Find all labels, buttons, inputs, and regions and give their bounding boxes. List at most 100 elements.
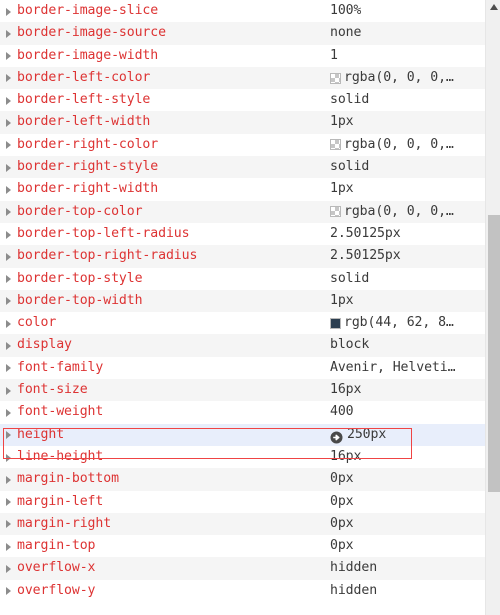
expand-triangle-icon[interactable]	[3, 401, 16, 423]
expand-triangle-icon[interactable]	[3, 89, 16, 111]
expand-triangle-icon[interactable]	[3, 312, 16, 334]
property-name[interactable]: border-image-width	[16, 45, 158, 67]
expand-triangle-icon[interactable]	[3, 580, 16, 602]
computed-property-list[interactable]: border-image-slice 100% border-image-sourc…	[0, 0, 485, 615]
property-value: rgba(0, 0, 0,…	[344, 203, 454, 219]
property-name[interactable]: border-left-width	[16, 111, 150, 133]
property-row[interactable]: height 250px	[0, 423, 485, 446]
property-value: 2.50125px	[330, 225, 401, 241]
property-row[interactable]: border-image-width 1	[0, 44, 485, 67]
expand-triangle-icon[interactable]	[3, 513, 16, 535]
property-row[interactable]: overflow-x hidden	[0, 557, 485, 580]
expand-triangle-icon[interactable]	[3, 557, 16, 579]
property-name[interactable]: border-right-width	[16, 178, 158, 200]
property-row[interactable]: border-right-width 1px	[0, 178, 485, 201]
expand-triangle-icon[interactable]	[3, 178, 16, 200]
property-row[interactable]: border-top-left-radius 2.50125px	[0, 222, 485, 246]
property-name[interactable]: border-top-left-radius	[16, 223, 190, 245]
property-row[interactable]: line-height 16px	[0, 445, 485, 469]
property-row[interactable]: margin-right 0px	[0, 512, 485, 536]
property-name[interactable]: display	[16, 334, 72, 356]
property-row[interactable]: font-family Avenir, Helveti…	[0, 356, 485, 380]
expand-triangle-icon[interactable]	[3, 111, 16, 133]
expand-triangle-icon[interactable]	[3, 223, 16, 245]
color-swatch[interactable]	[330, 72, 341, 84]
property-row[interactable]: border-top-width 1px	[0, 289, 485, 313]
expand-triangle-icon[interactable]	[3, 535, 16, 557]
goto-source-arrow-icon[interactable]	[330, 428, 343, 444]
property-name[interactable]: margin-right	[16, 513, 111, 535]
scroll-up-arrow-icon[interactable]	[486, 0, 500, 14]
expand-triangle-icon[interactable]	[3, 379, 16, 401]
vertical-scrollbar[interactable]	[485, 0, 500, 615]
property-name[interactable]: font-weight	[16, 401, 103, 423]
property-row[interactable]: margin-top 0px	[0, 535, 485, 558]
property-name[interactable]: margin-left	[16, 491, 103, 513]
computed-styles-panel: border-image-slice 100% border-image-sourc…	[0, 0, 500, 615]
property-row[interactable]: border-left-style solid	[0, 89, 485, 112]
expand-triangle-icon[interactable]	[3, 245, 16, 267]
property-row[interactable]: display block	[0, 334, 485, 357]
property-name[interactable]: border-left-color	[16, 67, 150, 89]
property-name[interactable]: height	[16, 424, 64, 446]
property-row[interactable]: border-right-style solid	[0, 156, 485, 179]
property-name[interactable]: font-family	[16, 357, 103, 379]
expand-triangle-icon[interactable]	[3, 334, 16, 356]
property-name[interactable]: overflow-x	[16, 557, 96, 579]
expand-triangle-icon[interactable]	[3, 491, 16, 513]
property-row[interactable]: border-right-color rgba(0, 0, 0,…	[0, 133, 485, 157]
expand-triangle-icon[interactable]	[3, 446, 16, 468]
property-name[interactable]: color	[16, 312, 56, 334]
property-row[interactable]: border-top-right-radius 2.50125px	[0, 245, 485, 268]
property-row[interactable]: color rgb(44, 62, 8…	[0, 312, 485, 335]
property-row[interactable]: border-top-color rgba(0, 0, 0,…	[0, 200, 485, 223]
color-swatch[interactable]	[330, 317, 341, 329]
expand-triangle-icon[interactable]	[3, 424, 16, 446]
property-name[interactable]: border-top-right-radius	[16, 245, 197, 267]
property-value-cell: 2.50125px	[330, 223, 401, 245]
property-value-cell: 1px	[330, 178, 354, 200]
expand-triangle-icon[interactable]	[3, 268, 16, 290]
property-name[interactable]: border-top-width	[16, 290, 143, 312]
property-row[interactable]: overflow-y hidden	[0, 579, 485, 603]
property-value: 1px	[330, 292, 354, 308]
property-name[interactable]: border-top-color	[16, 201, 143, 223]
expand-triangle-icon[interactable]	[3, 134, 16, 156]
property-name[interactable]: border-right-style	[16, 156, 158, 178]
expand-triangle-icon[interactable]	[3, 45, 16, 67]
property-row[interactable]: font-size 16px	[0, 379, 485, 402]
expand-triangle-icon[interactable]	[3, 0, 16, 22]
property-name[interactable]: overflow-y	[16, 580, 96, 602]
expand-triangle-icon[interactable]	[3, 357, 16, 379]
property-name[interactable]: font-size	[16, 379, 88, 401]
property-name[interactable]: border-image-source	[16, 22, 166, 44]
expand-triangle-icon[interactable]	[3, 468, 16, 490]
color-swatch[interactable]	[330, 139, 341, 151]
property-name[interactable]: line-height	[16, 446, 103, 468]
property-value-cell: 1px	[330, 111, 354, 133]
expand-triangle-icon[interactable]	[3, 22, 16, 44]
property-name[interactable]: border-top-style	[16, 268, 143, 290]
property-row[interactable]: border-left-color rgba(0, 0, 0,…	[0, 66, 485, 90]
property-value-cell: 100%	[330, 0, 361, 22]
property-name[interactable]: margin-top	[16, 535, 96, 557]
property-value: 250px	[347, 426, 387, 442]
property-name[interactable]: border-left-style	[16, 89, 150, 111]
scroll-down-arrow-icon[interactable]	[486, 601, 500, 615]
expand-triangle-icon[interactable]	[3, 201, 16, 223]
property-row[interactable]: margin-left 0px	[0, 490, 485, 513]
scrollbar-thumb[interactable]	[488, 215, 500, 492]
property-name[interactable]: border-image-slice	[16, 0, 158, 22]
property-row[interactable]: border-left-width 1px	[0, 111, 485, 134]
expand-triangle-icon[interactable]	[3, 156, 16, 178]
property-name[interactable]: border-right-color	[16, 134, 158, 156]
property-row[interactable]: border-top-style solid	[0, 267, 485, 290]
property-row[interactable]: font-weight 400	[0, 401, 485, 424]
expand-triangle-icon[interactable]	[3, 67, 16, 89]
property-row[interactable]: border-image-slice 100%	[0, 0, 485, 23]
property-row[interactable]: margin-bottom 0px	[0, 468, 485, 491]
expand-triangle-icon[interactable]	[3, 290, 16, 312]
property-row[interactable]: border-image-source none	[0, 22, 485, 45]
color-swatch[interactable]	[330, 206, 341, 218]
property-name[interactable]: margin-bottom	[16, 468, 119, 490]
